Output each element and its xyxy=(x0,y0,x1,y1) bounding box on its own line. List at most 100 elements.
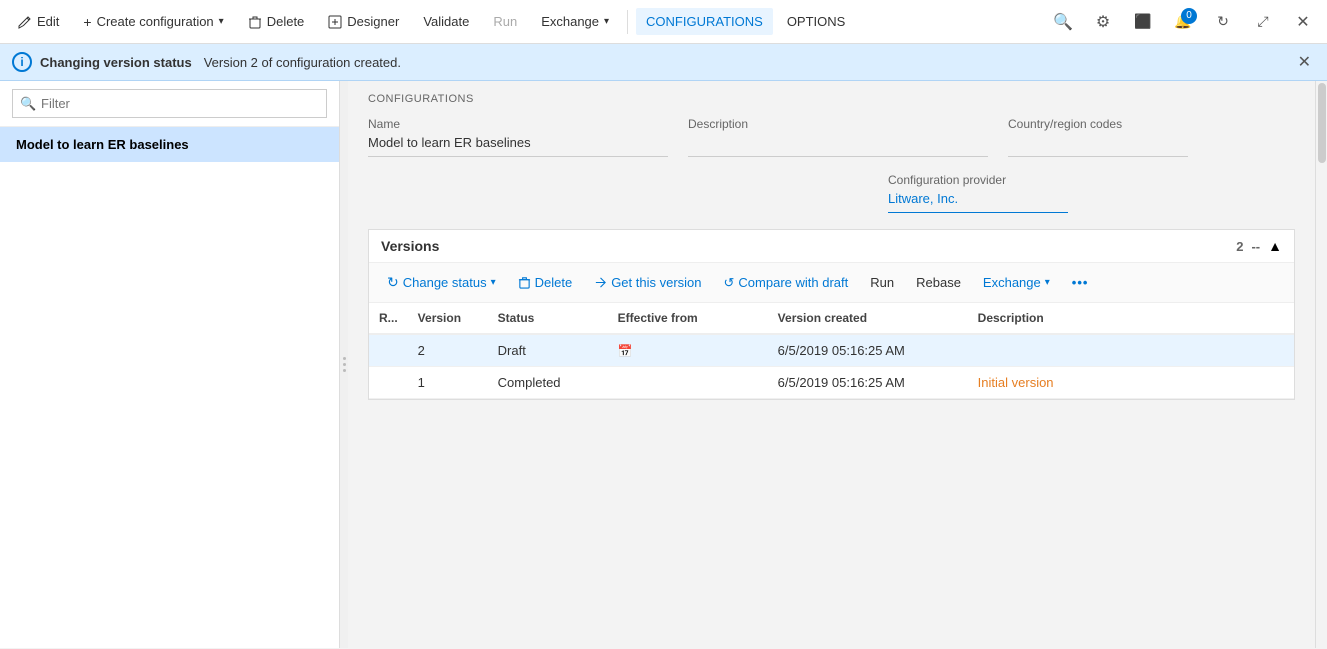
versions-table: R... Version Status Effective from Versi… xyxy=(369,303,1294,399)
field-provider: Configuration provider Litware, Inc. xyxy=(888,173,1068,213)
cell-effective[interactable]: 📅 xyxy=(608,334,768,367)
options-label: OPTIONS xyxy=(787,14,846,29)
run-label: Run xyxy=(493,14,517,29)
ver-exchange-button[interactable]: Exchange ▾ xyxy=(973,270,1060,295)
change-status-button[interactable]: ↻ Change status ▾ xyxy=(377,269,506,296)
close-button[interactable]: ✕ xyxy=(1287,6,1319,38)
header-row: R... Version Status Effective from Versi… xyxy=(369,303,1294,334)
versions-collapse-button[interactable]: ▲ xyxy=(1268,238,1282,254)
exchange-label: Exchange xyxy=(541,14,599,29)
get-version-button[interactable]: Get this version xyxy=(584,270,711,295)
sidebar-item-model[interactable]: Model to learn ER baselines xyxy=(0,127,339,162)
validate-button[interactable]: Validate xyxy=(413,8,479,35)
separator-1 xyxy=(627,10,628,34)
ver-exchange-label: Exchange xyxy=(983,275,1041,290)
delete-label: Delete xyxy=(267,14,305,29)
cell-status: Draft xyxy=(488,334,608,367)
scrollbar-thumb[interactable] xyxy=(1318,83,1326,163)
office-button[interactable]: ⬛ xyxy=(1127,6,1159,38)
change-status-label: Change status xyxy=(403,275,487,290)
col-header-created: Version created xyxy=(768,303,968,334)
cell-description: Initial version xyxy=(968,367,1294,399)
description-label: Description xyxy=(688,117,988,131)
change-status-icon: ↻ xyxy=(387,274,399,291)
fields-row-1: Name Model to learn ER baselines Descrip… xyxy=(368,117,1295,157)
sidebar-item-label: Model to learn ER baselines xyxy=(16,137,189,152)
ver-delete-button[interactable]: Delete xyxy=(508,270,583,295)
table-row[interactable]: 1 Completed 6/5/2019 05:16:25 AM Initial… xyxy=(369,367,1294,399)
col-header-status: Status xyxy=(488,303,608,334)
drag-dot-2 xyxy=(343,363,346,366)
sidebar: 🔍 Model to learn ER baselines xyxy=(0,81,340,648)
col-header-description: Description xyxy=(968,303,1294,334)
notification-badge: 0 xyxy=(1181,8,1197,24)
designer-label: Designer xyxy=(347,14,399,29)
notifications-container: 🔔 0 xyxy=(1167,6,1199,38)
filter-input[interactable] xyxy=(12,89,327,118)
country-value[interactable] xyxy=(1008,135,1188,157)
table-row[interactable]: 2 Draft 📅 6/5/2019 05:16:25 AM xyxy=(369,334,1294,367)
more-options-button[interactable]: ••• xyxy=(1062,270,1099,295)
description-value[interactable] xyxy=(688,135,988,157)
cell-r xyxy=(369,334,408,367)
versions-title: Versions xyxy=(381,238,439,254)
cell-status: Completed xyxy=(488,367,608,399)
compare-icon: ↺ xyxy=(724,275,735,291)
delete-button[interactable]: Delete xyxy=(238,8,315,35)
col-header-effective: Effective from xyxy=(608,303,768,334)
designer-icon xyxy=(328,15,342,29)
field-country: Country/region codes xyxy=(1008,117,1188,157)
ver-run-button[interactable]: Run xyxy=(860,270,904,295)
name-label: Name xyxy=(368,117,668,131)
search-button[interactable]: 🔍 xyxy=(1047,6,1079,38)
edit-button[interactable]: Edit xyxy=(8,8,69,35)
name-value[interactable]: Model to learn ER baselines xyxy=(368,135,668,157)
versions-header-right: 2 -- ▲ xyxy=(1236,238,1282,254)
ver-exchange-chevron: ▾ xyxy=(1045,277,1050,288)
rebase-label: Rebase xyxy=(916,275,961,290)
create-button[interactable]: + Create configuration ▾ xyxy=(73,8,233,36)
change-status-chevron: ▾ xyxy=(491,277,496,288)
drag-handle[interactable] xyxy=(340,81,348,648)
content-area: CONFIGURATIONS Name Model to learn ER ba… xyxy=(348,81,1315,648)
notification-close-button[interactable]: ✕ xyxy=(1294,52,1315,72)
field-name: Name Model to learn ER baselines xyxy=(368,117,668,157)
cell-version: 2 xyxy=(408,334,488,367)
compare-draft-button[interactable]: ↺ Compare with draft xyxy=(714,270,859,296)
notification-bar: i Changing version status Version 2 of c… xyxy=(0,44,1327,81)
refresh-button[interactable]: ↻ xyxy=(1207,6,1239,38)
edit-label: Edit xyxy=(37,14,59,29)
ver-run-label: Run xyxy=(870,275,894,290)
options-tab[interactable]: OPTIONS xyxy=(777,8,856,35)
delete-icon xyxy=(248,15,262,29)
cell-effective[interactable] xyxy=(608,367,768,399)
cell-created: 6/5/2019 05:16:25 AM xyxy=(768,334,968,367)
versions-expand-dash: -- xyxy=(1251,239,1260,254)
section-title: CONFIGURATIONS xyxy=(368,93,1295,105)
notification-detail: Version 2 of configuration created. xyxy=(204,55,401,70)
settings-button[interactable]: ⚙ xyxy=(1087,6,1119,38)
configurations-tab[interactable]: CONFIGURATIONS xyxy=(636,8,773,35)
get-version-icon xyxy=(594,276,607,289)
more-icon: ••• xyxy=(1072,275,1089,290)
col-header-r: R... xyxy=(369,303,408,334)
table-body: 2 Draft 📅 6/5/2019 05:16:25 AM 1 Complet… xyxy=(369,334,1294,399)
drag-dot-3 xyxy=(343,369,346,372)
versions-count: 2 xyxy=(1236,239,1243,254)
drag-dot-1 xyxy=(343,357,346,360)
chevron-down-icon: ▾ xyxy=(219,16,224,27)
fields-row-2: Configuration provider Litware, Inc. xyxy=(368,173,1295,213)
cell-created: 6/5/2019 05:16:25 AM xyxy=(768,367,968,399)
rebase-button[interactable]: Rebase xyxy=(906,270,971,295)
create-label: Create configuration xyxy=(97,14,214,29)
run-button[interactable]: Run xyxy=(483,8,527,35)
open-external-button[interactable]: ⤢ xyxy=(1247,6,1279,38)
cell-r xyxy=(369,367,408,399)
toolbar-right: 🔍 ⚙ ⬛ 🔔 0 ↻ ⤢ ✕ xyxy=(1047,6,1319,38)
scrollbar[interactable] xyxy=(1315,81,1327,648)
notification-title: Changing version status xyxy=(40,55,192,70)
designer-button[interactable]: Designer xyxy=(318,8,409,35)
provider-value[interactable]: Litware, Inc. xyxy=(888,191,1068,213)
exchange-button[interactable]: Exchange ▾ xyxy=(531,8,619,35)
filter-container: 🔍 xyxy=(12,89,327,118)
